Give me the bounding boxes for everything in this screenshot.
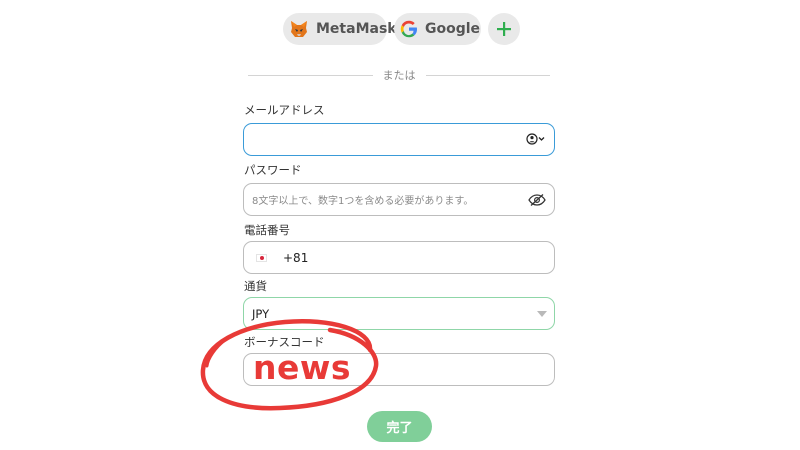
or-divider: または	[248, 67, 550, 83]
japan-flag-icon[interactable]	[256, 253, 267, 262]
password-placeholder: 8文字以上で、数字1つを含める必要があります。	[252, 196, 474, 207]
metamask-button[interactable]: MetaMask	[283, 13, 397, 45]
password-label: パスワード	[244, 163, 302, 177]
bonus-code-value: news	[253, 348, 352, 387]
currency-label: 通貨	[244, 279, 267, 293]
metamask-fox-icon	[289, 19, 309, 39]
divider-line-left	[248, 74, 373, 76]
plus-icon	[494, 19, 514, 39]
more-login-options-button[interactable]	[488, 13, 520, 45]
submit-button[interactable]: 完了	[367, 411, 432, 442]
eye-slash-icon[interactable]	[528, 193, 546, 207]
divider-text: または	[382, 69, 416, 82]
signup-form-page: MetaMask Google または メールアドレス パスワード 8文字以上で…	[0, 0, 800, 450]
currency-select[interactable]: JPY	[243, 297, 555, 330]
account-dropdown-icon[interactable]	[526, 132, 546, 146]
country-code: +81	[283, 250, 309, 265]
currency-selected-value: JPY	[252, 306, 270, 321]
divider-line-right	[425, 74, 550, 76]
google-label: Google	[425, 21, 481, 37]
google-button[interactable]: Google	[394, 13, 481, 45]
metamask-label: MetaMask	[316, 21, 397, 37]
email-field[interactable]	[243, 123, 555, 156]
phone-label: 電話番号	[244, 223, 290, 237]
phone-field[interactable]: +81	[243, 241, 555, 274]
google-g-icon	[400, 19, 418, 39]
password-field[interactable]: 8文字以上で、数字1つを含める必要があります。	[243, 183, 555, 216]
email-label: メールアドレス	[244, 103, 325, 117]
chevron-down-icon	[537, 311, 547, 317]
social-login-row: MetaMask Google	[283, 13, 520, 45]
